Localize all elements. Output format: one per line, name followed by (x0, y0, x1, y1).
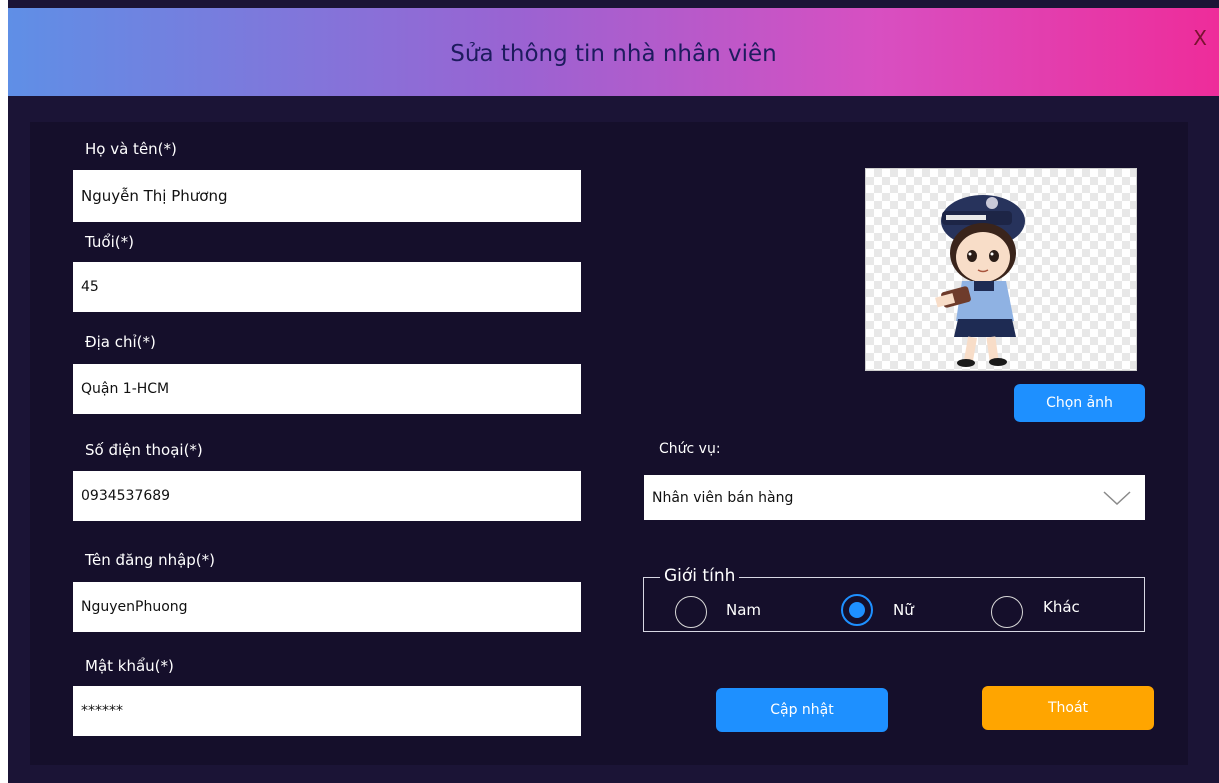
phone-field[interactable] (73, 471, 581, 521)
phone-label: Số điện thoại(*) (85, 441, 203, 459)
exit-button[interactable]: Thoát (982, 686, 1154, 730)
gender-radio-nu[interactable] (841, 594, 873, 626)
gender-radio-khac[interactable] (991, 596, 1023, 628)
police-girl-avatar-icon (935, 195, 1025, 367)
name-label: Họ và tên(*) (85, 140, 177, 158)
employee-photo (865, 168, 1137, 371)
name-field[interactable] (73, 170, 581, 222)
update-button[interactable]: Cập nhật (716, 688, 888, 732)
username-label: Tên đăng nhập(*) (85, 551, 215, 569)
address-label: Địa chỉ(*) (85, 333, 156, 351)
address-field[interactable] (73, 364, 581, 414)
gender-radio-nam[interactable] (675, 596, 707, 628)
gender-label-nu[interactable]: Nữ (893, 601, 914, 619)
password-label: Mật khẩu(*) (85, 657, 174, 675)
window-title: Sửa thông tin nhà nhân viên (450, 41, 777, 67)
title-bar: Sửa thông tin nhà nhân viên X (8, 8, 1219, 96)
position-label: Chức vụ: (659, 441, 721, 457)
position-selected: Nhân viên bán hàng (652, 489, 794, 506)
gender-legend: Giới tính (660, 566, 740, 586)
choose-photo-button[interactable]: Chọn ảnh (1014, 384, 1145, 422)
password-field[interactable] (73, 686, 581, 736)
age-label: Tuổi(*) (85, 233, 134, 251)
age-field[interactable] (73, 262, 581, 312)
chevron-down-icon (1103, 491, 1131, 505)
username-field[interactable] (73, 582, 581, 632)
gender-label-khac[interactable]: Khác (1043, 598, 1080, 616)
position-select[interactable]: Nhân viên bán hàng (644, 475, 1145, 520)
gender-label-nam[interactable]: Nam (726, 601, 761, 619)
close-icon[interactable]: X (1193, 26, 1207, 50)
